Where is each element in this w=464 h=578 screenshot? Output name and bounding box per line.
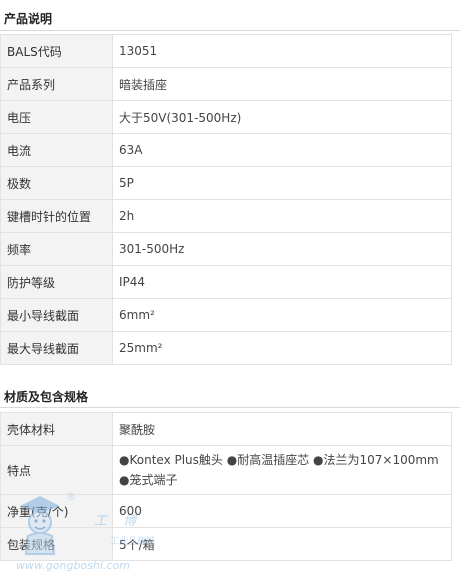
table-row: 特点 ●Kontex Plus触头 ●耐高温插座芯 ●法兰为107×100mm … <box>0 445 452 495</box>
table-row: 电流 63A <box>0 133 452 167</box>
product-section-title: 产品说明 <box>4 12 53 26</box>
product-spec-table: BALS代码 13051 产品系列 暗装插座 电压 大于50V(301-500H… <box>0 34 452 365</box>
spec-value: 25mm² <box>112 331 452 365</box>
table-row: 最大导线截面 25mm² <box>0 331 452 365</box>
table-row: 键槽时针的位置 2h <box>0 199 452 233</box>
spec-value: 6mm² <box>112 298 452 332</box>
table-row: 极数 5P <box>0 166 452 200</box>
table-row: 最小导线截面 6mm² <box>0 298 452 332</box>
spec-value: ●Kontex Plus触头 ●耐高温插座芯 ●法兰为107×100mm ●笼式… <box>112 445 452 495</box>
spec-value: 301-500Hz <box>112 232 452 266</box>
material-spec-table: 壳体材料 聚酰胺 特点 ●Kontex Plus触头 ●耐高温插座芯 ●法兰为1… <box>0 412 452 561</box>
table-row: 壳体材料 聚酰胺 <box>0 412 452 446</box>
spec-key: 产品系列 <box>0 67 113 101</box>
spec-key: BALS代码 <box>0 34 113 68</box>
spec-key: 壳体材料 <box>0 412 113 446</box>
spec-value: 5P <box>112 166 452 200</box>
material-section-title: 材质及包含规格 <box>4 390 89 404</box>
spec-value: 聚酰胺 <box>112 412 452 446</box>
section-divider <box>0 30 460 31</box>
table-row: 防护等级 IP44 <box>0 265 452 299</box>
spec-key: 频率 <box>0 232 113 266</box>
table-row: 净重(克/个) 600 <box>0 494 452 528</box>
spec-value: 暗装插座 <box>112 67 452 101</box>
spec-value: 大于50V(301-500Hz) <box>112 100 452 134</box>
spec-value: 63A <box>112 133 452 167</box>
table-row: BALS代码 13051 <box>0 34 452 68</box>
section-divider <box>0 407 460 408</box>
spec-key: 最大导线截面 <box>0 331 113 365</box>
spec-value: 5个/箱 <box>112 527 452 561</box>
spec-key: 防护等级 <box>0 265 113 299</box>
spec-key: 净重(克/个) <box>0 494 113 528</box>
spec-key: 特点 <box>0 445 113 495</box>
spec-key: 键槽时针的位置 <box>0 199 113 233</box>
spec-key: 极数 <box>0 166 113 200</box>
spec-key: 电流 <box>0 133 113 167</box>
table-row: 频率 301-500Hz <box>0 232 452 266</box>
spec-value: 13051 <box>112 34 452 68</box>
spec-key: 最小导线截面 <box>0 298 113 332</box>
spec-value: 2h <box>112 199 452 233</box>
spec-value: 600 <box>112 494 452 528</box>
spec-key: 电压 <box>0 100 113 134</box>
spec-value: IP44 <box>112 265 452 299</box>
table-row: 电压 大于50V(301-500Hz) <box>0 100 452 134</box>
table-row: 产品系列 暗装插座 <box>0 67 452 101</box>
spec-key: 包装规格 <box>0 527 113 561</box>
table-row: 包装规格 5个/箱 <box>0 527 452 561</box>
